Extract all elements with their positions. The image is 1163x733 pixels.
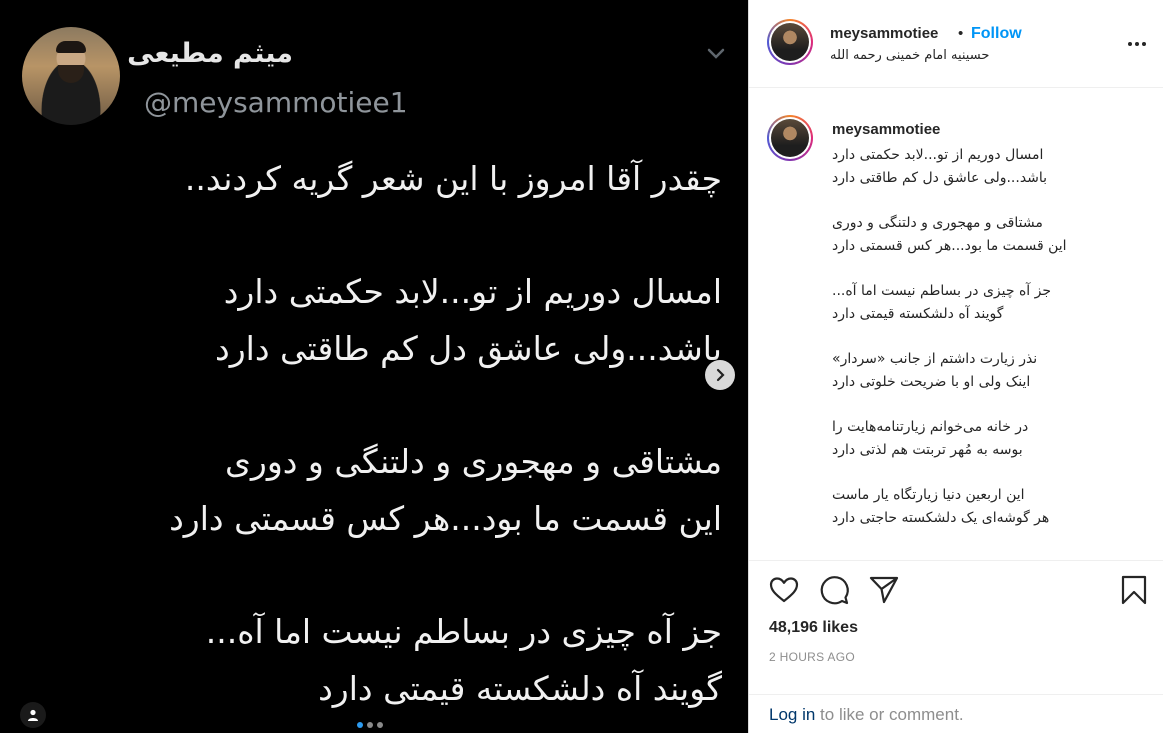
caption-line: باشد...ولی عاشق دل کم طاقتی دارد — [832, 170, 1048, 186]
carousel-dot — [367, 722, 373, 728]
tweet-line: مشتاقی و مهجوری و دلتنگی و دوری — [225, 442, 722, 481]
tweet-line-gap — [42, 377, 722, 433]
login-prompt-text: to like or comment. — [815, 705, 964, 724]
post-media[interactable]: میثم مطیعی @meysammotiee1 چقدر آقا امروز… — [0, 0, 748, 733]
tweet-line: چقدر آقا امروز با این شعر گریه کردند.. — [184, 159, 722, 198]
caption-stanza: امسال دوریم از تو...لابد حکمتی دارد باشد.… — [832, 144, 1132, 190]
caption-line: نذر زیارت داشتم از جانب «سردار» — [832, 351, 1038, 367]
caption-line: بوسه به مُهر تربتت هم لذتی دارد — [832, 442, 1023, 458]
user-tag-icon[interactable] — [20, 702, 46, 728]
caption-line: گویند آه دلشکسته قیمتی دارد — [832, 306, 1004, 322]
tweet-avatar — [22, 27, 120, 125]
login-link[interactable]: Log in — [769, 705, 815, 724]
caption-stanza: مشتاقی و مهجوری و دلتنگی و دوری این قسمت … — [832, 212, 1132, 258]
comment-icon[interactable] — [817, 573, 851, 607]
location-link[interactable]: حسینیه امام خمینی رحمه الله — [830, 48, 989, 63]
avatar[interactable] — [767, 115, 813, 161]
bookmark-icon[interactable] — [1117, 573, 1151, 607]
follow-button[interactable]: Follow — [971, 25, 1022, 43]
tweet-line: جز آه چیزی در بساطم نیست اما آه... — [205, 612, 722, 651]
tweet-line-gap — [42, 207, 722, 263]
carousel-dots — [357, 722, 383, 728]
caption-line: در خانه می‌خوانم زیارتنامه‌هایت را — [832, 419, 1029, 435]
tweet-author-name: میثم مطیعی — [127, 38, 293, 69]
more-icon[interactable] — [1126, 34, 1148, 54]
caption-line: این اربعین دنیا زیارتگاه یار ماست — [832, 487, 1025, 503]
caption-line: امسال دوریم از تو...لابد حکمتی دارد — [832, 147, 1044, 163]
header-separator: • — [958, 25, 964, 42]
share-icon[interactable] — [867, 573, 901, 607]
tweet-line: گویند آه دلشکسته قیمتی دارد — [318, 669, 722, 708]
avatar[interactable] — [767, 19, 813, 65]
carousel-dot — [377, 722, 383, 728]
caption-line: این قسمت ما بود...هر کس قسمتی دارد — [832, 238, 1067, 254]
tweet-line: این قسمت ما بود...هر کس قسمتی دارد — [169, 499, 722, 538]
tweet-line-gap — [42, 547, 722, 603]
tweet-line: باشد...ولی عاشق دل کم طاقتی دارد — [215, 329, 722, 368]
tweet-handle: @meysammotiee1 — [144, 86, 408, 119]
caption-line: مشتاقی و مهجوری و دلتنگی و دوری — [832, 215, 1043, 231]
caption-section: meysammotiee امسال دوریم از تو...لابد حک… — [749, 89, 1163, 559]
caption-stanza: نذر زیارت داشتم از جانب «سردار» اینک ولی … — [832, 348, 1132, 394]
caption-text: امسال دوریم از تو...لابد حکمتی دارد باشد.… — [832, 144, 1132, 552]
post-timestamp[interactable]: 2 HOURS AGO — [769, 650, 855, 664]
caption-line: جز آه چیزی در بساطم نیست اما آه... — [832, 283, 1052, 299]
caption-stanza: جز آه چیزی در بساطم نیست اما آه... گویند … — [832, 280, 1132, 326]
action-bar: 48,196 likes 2 HOURS AGO Log in to like … — [749, 560, 1163, 733]
header-username[interactable]: meysammotiee — [830, 25, 938, 42]
caption-username[interactable]: meysammotiee — [832, 121, 940, 138]
tweet-line: امسال دوریم از تو...لابد حکمتی دارد — [223, 272, 722, 311]
caption-stanza: این اربعین دنیا زیارتگاه یار ماست هر گوشه… — [832, 484, 1132, 530]
tweet-text: چقدر آقا امروز با این شعر گریه کردند.. ام… — [42, 150, 722, 717]
post-sidebar: meysammotiee • Follow حسینیه امام خمینی … — [748, 0, 1163, 733]
carousel-dot — [357, 722, 363, 728]
chevron-down-icon — [707, 48, 725, 59]
post-header: meysammotiee • Follow حسینیه امام خمینی … — [749, 0, 1163, 88]
caption-stanza: در خانه می‌خوانم زیارتنامه‌هایت را بوسه ب… — [832, 416, 1132, 462]
chevron-right-icon[interactable] — [705, 360, 735, 390]
caption-line: هر گوشه‌ای یک دلشکسته حاجتی دارد — [832, 510, 1050, 526]
login-prompt: Log in to like or comment. — [749, 694, 1163, 733]
heart-icon[interactable] — [767, 573, 801, 607]
like-count[interactable]: 48,196 likes — [769, 619, 858, 637]
caption-line: اینک ولی او با ضریحت خلوتی دارد — [832, 374, 1031, 390]
